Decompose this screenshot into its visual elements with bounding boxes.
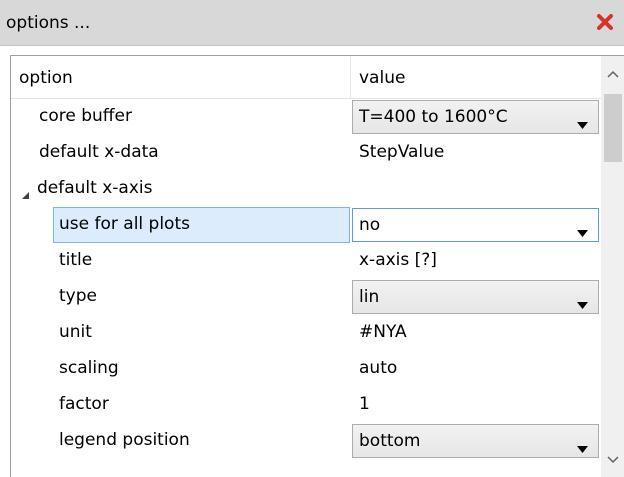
- property-name: scaling: [59, 358, 119, 378]
- close-icon: [597, 14, 613, 30]
- dropdown-selected-value: no: [359, 215, 381, 235]
- property-row[interactable]: legend position bottom: [11, 423, 601, 459]
- property-value[interactable]: x-axis [?]: [359, 250, 437, 270]
- property-row[interactable]: scaling auto: [11, 351, 601, 387]
- dropdown-selected-value: lin: [359, 287, 380, 307]
- close-button[interactable]: [594, 11, 616, 33]
- scroll-up-button[interactable]: [601, 56, 624, 92]
- property-row[interactable]: type lin: [11, 279, 601, 315]
- dropdown-arrow-icon: [577, 222, 588, 242]
- property-name: core buffer: [39, 106, 132, 126]
- property-value[interactable]: #NYA: [359, 322, 407, 342]
- value-dropdown[interactable]: lin: [352, 280, 599, 314]
- expand-triangle-icon[interactable]: [21, 185, 30, 205]
- vertical-scrollbar[interactable]: [601, 56, 624, 477]
- property-value[interactable]: 1: [359, 394, 370, 414]
- property-row[interactable]: use for all plots no: [11, 207, 601, 243]
- value-dropdown[interactable]: T=400 to 1600°C: [352, 100, 599, 134]
- property-row[interactable]: factor 1: [11, 387, 601, 423]
- chevron-up-icon: [607, 70, 619, 78]
- property-name: legend position: [59, 430, 190, 450]
- property-name: default x-axis: [37, 178, 153, 198]
- value-dropdown[interactable]: no: [352, 208, 599, 242]
- title-bar: options ...: [0, 0, 624, 46]
- dropdown-arrow-icon: [577, 294, 588, 314]
- column-header-option[interactable]: option: [19, 68, 73, 88]
- dropdown-arrow-icon: [577, 438, 588, 458]
- property-row[interactable]: core buffer T=400 to 1600°C: [11, 99, 601, 135]
- chevron-down-icon: [607, 456, 619, 464]
- property-row[interactable]: default x-data StepValue: [11, 135, 601, 171]
- property-row[interactable]: default x-axis: [11, 171, 601, 207]
- property-name: use for all plots: [59, 214, 190, 234]
- property-name: type: [59, 286, 97, 306]
- property-row[interactable]: unit #NYA: [11, 315, 601, 351]
- property-name: default x-data: [39, 142, 159, 162]
- property-value[interactable]: auto: [359, 358, 397, 378]
- window-title: options ...: [6, 13, 91, 33]
- column-divider[interactable]: [350, 56, 351, 99]
- scrollbar-thumb[interactable]: [604, 94, 622, 162]
- dropdown-selected-value: T=400 to 1600°C: [359, 107, 508, 127]
- property-name: factor: [59, 394, 109, 414]
- property-name: unit: [59, 322, 92, 342]
- dropdown-arrow-icon: [577, 114, 588, 134]
- scroll-down-button[interactable]: [601, 442, 624, 477]
- dropdown-selected-value: bottom: [359, 431, 421, 451]
- options-grid: option value core buffer T=400 to 1600°C d…: [10, 55, 624, 477]
- column-header-value[interactable]: value: [359, 68, 405, 88]
- property-name: title: [59, 250, 93, 270]
- property-row[interactable]: title x-axis [?]: [11, 243, 601, 279]
- property-value[interactable]: StepValue: [359, 142, 444, 162]
- grid-header: option value: [11, 56, 601, 99]
- value-dropdown[interactable]: bottom: [352, 424, 599, 458]
